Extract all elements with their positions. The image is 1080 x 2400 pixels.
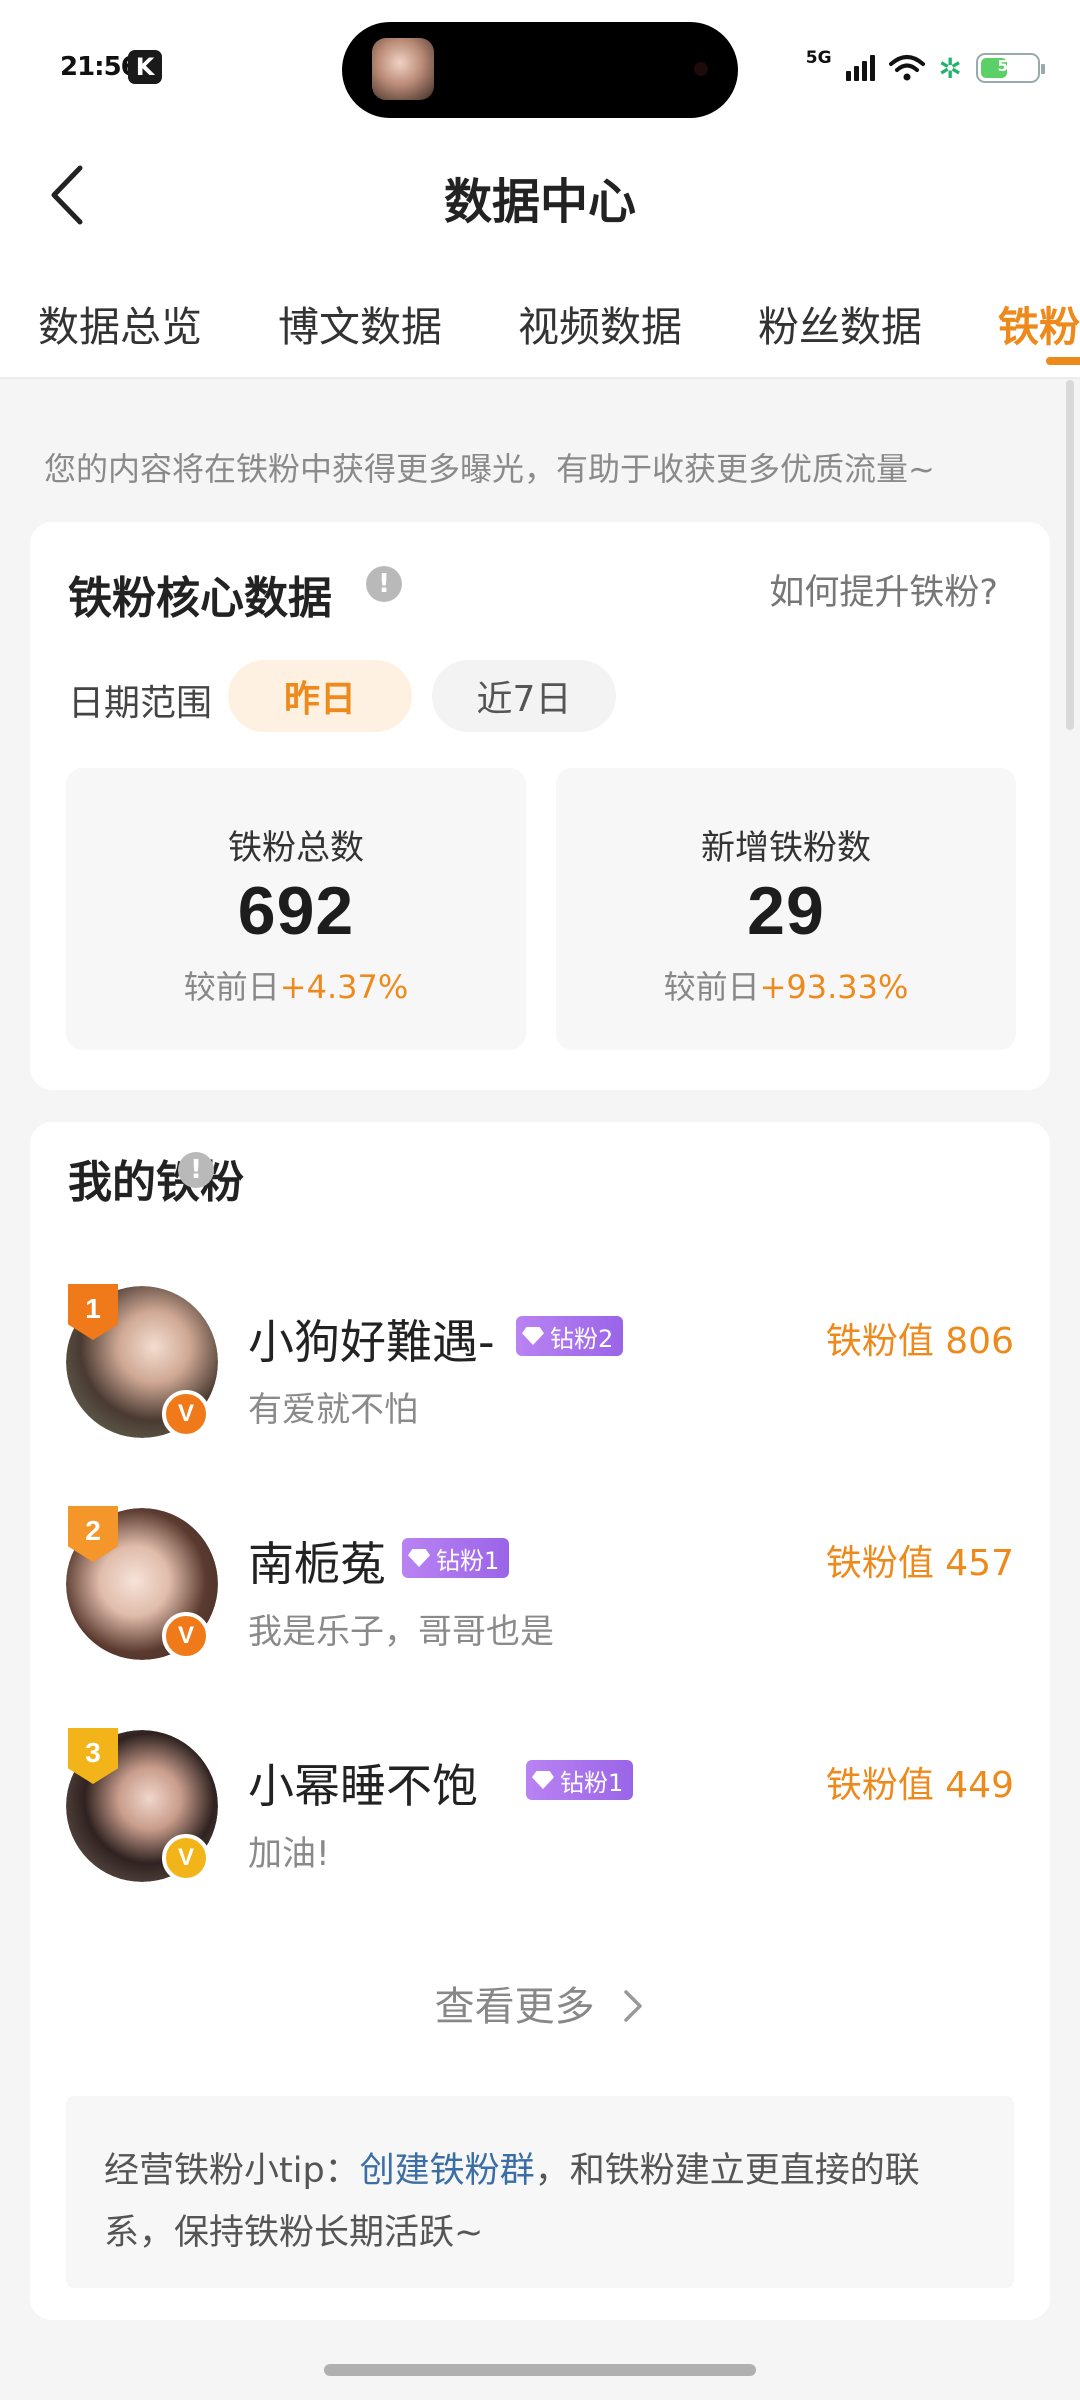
stat-compare: 较前日+4.37% <box>66 962 526 1008</box>
date-range-label: 日期范围 <box>68 683 213 724</box>
view-more-button[interactable]: 查看更多 <box>30 1974 1050 2032</box>
list-item[interactable]: 3 V 小幂睡不饱 钻粉1 加油! 铁粉值 449 <box>30 1728 1050 1890</box>
verified-icon: V <box>162 1390 210 1438</box>
my-iron-fans-card: 我的铁粉 ! 1 V 小狗好難遇- 钻粉2 有爱就不怕 铁粉值 806 2 V … <box>30 1122 1050 2320</box>
tip-prefix: 经营铁粉小tip： <box>104 2151 360 2191</box>
info-icon[interactable]: ! <box>178 1152 214 1188</box>
fan-score: 铁粉值 449 <box>825 1765 1014 1806</box>
battery-icon: 51 <box>976 53 1045 83</box>
tab-overview[interactable]: 数据总览 <box>38 293 202 353</box>
nav-bar: 数据中心 <box>0 130 1080 265</box>
status-icons: 5G ✲ 51 <box>805 47 1045 88</box>
fan-bio: 我是乐子，哥哥也是 <box>248 1612 554 1652</box>
tab-fans-data[interactable]: 粉丝数据 <box>758 293 922 353</box>
status-time: 21:56 <box>60 52 139 82</box>
stat-value: 29 <box>747 873 825 949</box>
fan-level-label: 钻粉2 <box>550 1324 614 1353</box>
info-icon[interactable]: ! <box>366 566 402 602</box>
list-item[interactable]: 1 V 小狗好難遇- 钻粉2 有爱就不怕 铁粉值 806 <box>30 1284 1050 1446</box>
create-fan-group-link[interactable]: 创建铁粉群 <box>360 2151 535 2191</box>
list-item[interactable]: 2 V 南栀菟 钻粉1 我是乐子，哥哥也是 铁粉值 457 <box>30 1506 1050 1668</box>
stat-value: 692 <box>237 873 355 949</box>
chevron-right-icon <box>624 1990 643 2022</box>
tab-bar: 数据总览 博文数据 视频数据 粉丝数据 铁粉 <box>0 265 1080 379</box>
island-indicator <box>694 62 708 76</box>
verified-icon: V <box>162 1612 210 1660</box>
fan-score: 铁粉值 806 <box>825 1321 1014 1362</box>
how-to-improve-link[interactable]: 如何提升铁粉? <box>769 564 998 615</box>
fan-level-badge: 钻粉1 <box>526 1760 634 1800</box>
diamond-icon <box>522 1327 544 1345</box>
fan-level-label: 钻粉1 <box>560 1768 624 1797</box>
fan-name[interactable]: 小幂睡不饱 <box>248 1750 478 1816</box>
compare-value: +93.33% <box>759 968 909 1006</box>
stat-label: 新增铁粉数 <box>701 828 871 868</box>
diamond-icon <box>408 1549 430 1567</box>
core-data-card: 铁粉核心数据 ! 如何提升铁粉? 日期范围 昨日 近7日 铁粉总数 692 较前… <box>30 522 1050 1090</box>
signal-icon <box>845 55 875 81</box>
fan-bio: 加油! <box>248 1834 330 1874</box>
compare-value: +4.37% <box>279 968 409 1006</box>
active-tab-indicator <box>1046 357 1080 365</box>
date-chip-yesterday[interactable]: 昨日 <box>228 660 412 732</box>
fan-score: 铁粉值 457 <box>825 1543 1014 1584</box>
fan-name[interactable]: 小狗好難遇- <box>248 1306 495 1372</box>
scrollbar[interactable] <box>1066 380 1074 730</box>
diamond-icon <box>532 1771 554 1789</box>
view-more-label: 查看更多 <box>434 1984 595 2030</box>
core-data-title: 铁粉核心数据 <box>68 573 332 624</box>
stat-new-iron-fans: 新增铁粉数 29 较前日+93.33% <box>556 768 1016 1050</box>
date-chip-7-days[interactable]: 近7日 <box>432 660 616 732</box>
verified-icon: V <box>162 1834 210 1882</box>
exposure-hint: 您的内容将在铁粉中获得更多曝光，有助于收获更多优质流量~ <box>44 450 935 488</box>
page-title: 数据中心 <box>443 174 636 230</box>
fan-name[interactable]: 南栀菟 <box>248 1528 386 1594</box>
fan-level-badge: 钻粉1 <box>402 1538 510 1578</box>
island-album-art <box>372 38 434 100</box>
eco-mode-icon: ✲ <box>938 51 962 85</box>
stat-compare: 较前日+93.33% <box>556 962 1016 1008</box>
fan-bio: 有爱就不怕 <box>248 1390 418 1430</box>
app-notification-icon: K <box>128 50 162 84</box>
tab-iron-fans[interactable]: 铁粉 <box>998 293 1080 353</box>
tip-text: 经营铁粉小tip：创建铁粉群，和铁粉建立更直接的联系，保持铁粉长期活跃~ <box>104 2140 984 2264</box>
battery-level: 51 <box>997 57 1019 75</box>
wifi-icon <box>888 55 925 81</box>
tip-box: 经营铁粉小tip：创建铁粉群，和铁粉建立更直接的联系，保持铁粉长期活跃~ <box>66 2096 1014 2288</box>
stat-label: 铁粉总数 <box>228 828 364 868</box>
tab-video-data[interactable]: 视频数据 <box>518 293 682 353</box>
home-indicator[interactable] <box>324 2364 756 2376</box>
my-iron-fans-title: 我的铁粉 <box>68 1157 244 1208</box>
stat-total-iron-fans: 铁粉总数 692 较前日+4.37% <box>66 768 526 1050</box>
fan-level-badge: 钻粉2 <box>516 1316 624 1356</box>
status-bar: 21:56 K 5G ✲ 51 <box>0 0 1080 130</box>
tab-post-data[interactable]: 博文数据 <box>278 293 442 353</box>
compare-label: 较前日 <box>183 968 280 1006</box>
dynamic-island[interactable] <box>342 22 738 118</box>
fan-level-label: 钻粉1 <box>436 1546 500 1575</box>
network-type: 5G <box>805 47 832 68</box>
compare-label: 较前日 <box>663 968 760 1006</box>
